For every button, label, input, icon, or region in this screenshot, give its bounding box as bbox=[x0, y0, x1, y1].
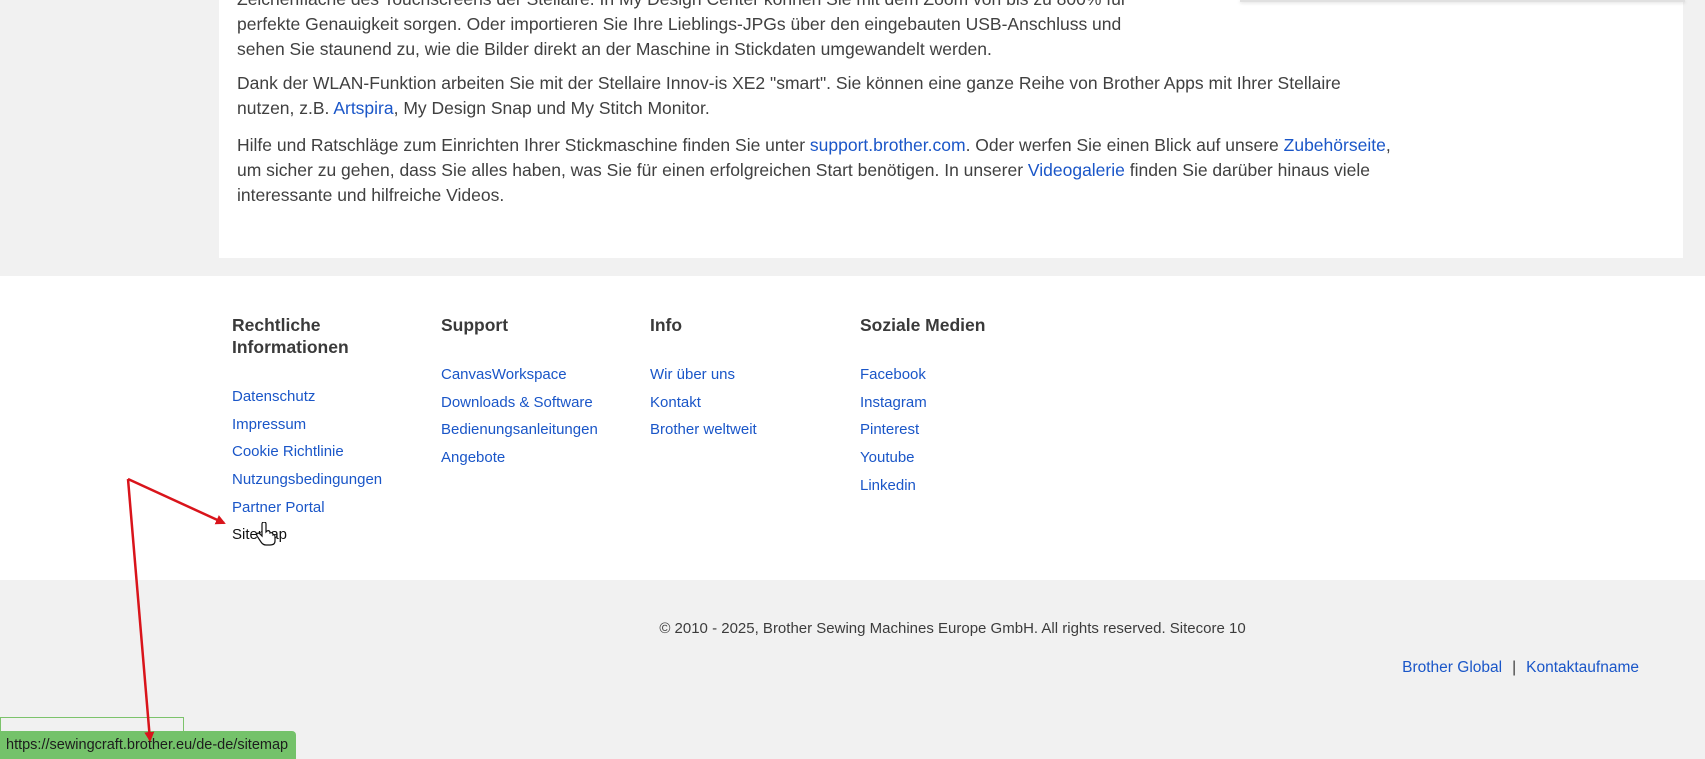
footer-heading-legal: Rechtliche Informationen bbox=[232, 315, 349, 357]
bottom-links-separator: | bbox=[1512, 659, 1517, 676]
sidebar-edge bbox=[1240, 0, 1685, 2]
footer-heading-info: Info bbox=[650, 315, 683, 335]
paragraph-3-text-2: . Oder werfen Sie einen Blick auf unsere bbox=[965, 135, 1284, 155]
support-brother-link[interactable]: support.brother.com bbox=[810, 135, 966, 155]
paragraph-3: Hilfe und Ratschläge zum Einrichten Ihre… bbox=[237, 133, 1397, 208]
footer-heading-social: Soziale Medien bbox=[860, 315, 986, 335]
footer-link-nutzungsbedingungen[interactable]: Nutzungsbedingungen bbox=[232, 471, 382, 488]
paragraph-1-line-b: sehen Sie staunend zu, wie die Bilder di… bbox=[237, 39, 992, 59]
paragraph-1: Zeichenfläche des Touchscreens der Stell… bbox=[237, 0, 1397, 62]
paragraph-1-line-top: Zeichenfläche des Touchscreens der Stell… bbox=[237, 0, 1127, 9]
footer-link-kontakt[interactable]: Kontakt bbox=[650, 394, 701, 411]
footer-link-wir-ueber-uns[interactable]: Wir über uns bbox=[650, 366, 735, 383]
footer-column-support: Support CanvasWorkspace Downloads & Soft… bbox=[441, 314, 641, 466]
brother-global-link[interactable]: Brother Global bbox=[1402, 659, 1502, 676]
videogalerie-link[interactable]: Videogalerie bbox=[1028, 160, 1125, 180]
footer-link-downloads[interactable]: Downloads & Software bbox=[441, 394, 593, 411]
footer-link-impressum[interactable]: Impressum bbox=[232, 416, 306, 433]
content-card: Zeichenfläche des Touchscreens der Stell… bbox=[219, 0, 1683, 258]
footer-list-legal: Datenschutz Impressum Cookie Richtlinie … bbox=[232, 388, 382, 554]
copyright: © 2010 - 2025, Brother Sewing Machines E… bbox=[659, 620, 1246, 637]
footer-link-facebook[interactable]: Facebook bbox=[860, 366, 926, 383]
artspira-link[interactable]: Artspira bbox=[333, 98, 393, 118]
footer-link-pinterest[interactable]: Pinterest bbox=[860, 421, 919, 438]
footer-link-instagram[interactable]: Instagram bbox=[860, 394, 927, 411]
paragraph-2-text-after: , My Design Snap und My Stitch Monitor. bbox=[393, 98, 710, 118]
footer-column-info: Info Wir über uns Kontakt Brother weltwe… bbox=[650, 314, 850, 438]
paragraph-3-text-1: Hilfe und Ratschläge zum Einrichten Ihre… bbox=[237, 135, 810, 155]
footer-link-bedienungsanleitungen[interactable]: Bedienungsanleitungen bbox=[441, 421, 598, 438]
footer-link-datenschutz[interactable]: Datenschutz bbox=[232, 388, 315, 405]
footer-link-linkedin[interactable]: Linkedin bbox=[860, 477, 916, 494]
status-bar-outline bbox=[0, 717, 184, 732]
footer-column-social: Soziale Medien Facebook Instagram Pinter… bbox=[860, 314, 1060, 494]
footer-link-youtube[interactable]: Youtube bbox=[860, 449, 915, 466]
footer-list-support: CanvasWorkspace Downloads & Software Bed… bbox=[441, 366, 598, 477]
status-bar-url: https://sewingcraft.brother.eu/de-de/sit… bbox=[0, 731, 297, 759]
paragraph-1-line-a: perfekte Genauigkeit sorgen. Oder import… bbox=[237, 14, 1122, 34]
zubehoer-link[interactable]: Zubehörseite bbox=[1284, 135, 1386, 155]
paragraph-2: Dank der WLAN-Funktion arbeiten Sie mit … bbox=[237, 71, 1397, 121]
footer-link-canvasworkspace[interactable]: CanvasWorkspace bbox=[441, 366, 567, 383]
footer-list-social: Facebook Instagram Pinterest Youtube Lin… bbox=[860, 366, 927, 504]
kontaktaufname-link[interactable]: Kontaktaufname bbox=[1526, 659, 1639, 676]
bottom-links: Brother Global | Kontaktaufname bbox=[1402, 659, 1639, 677]
hand-cursor-icon bbox=[256, 522, 276, 546]
footer-link-partner-portal[interactable]: Partner Portal bbox=[232, 499, 325, 516]
footer-link-angebote[interactable]: Angebote bbox=[441, 449, 505, 466]
footer-link-brother-weltweit[interactable]: Brother weltweit bbox=[650, 421, 757, 438]
footer-column-legal: Rechtliche Informationen Datenschutz Imp… bbox=[232, 314, 432, 543]
footer-list-info: Wir über uns Kontakt Brother weltweit bbox=[650, 366, 757, 449]
footer-heading-support: Support bbox=[441, 315, 509, 335]
footer-link-cookie[interactable]: Cookie Richtlinie bbox=[232, 443, 344, 460]
